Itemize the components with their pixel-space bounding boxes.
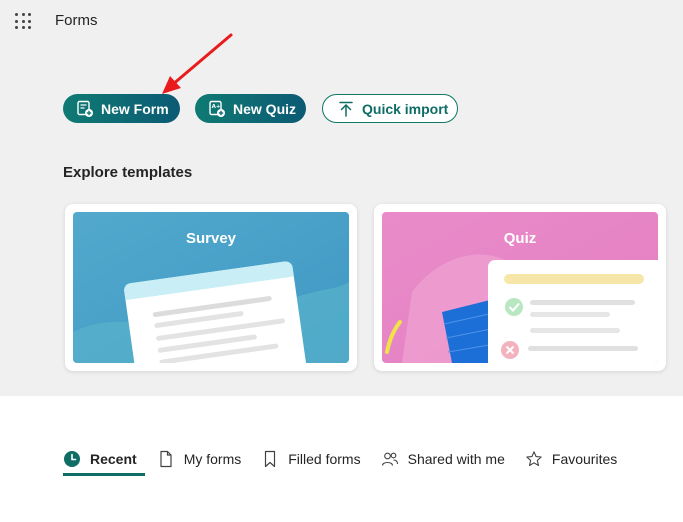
svg-text:A+: A+ — [212, 104, 221, 110]
new-form-label: New Form — [101, 100, 169, 117]
header-region: Forms New Form A+ New Quiz Quick import … — [0, 0, 683, 396]
new-form-button[interactable]: New Form — [63, 94, 180, 123]
new-quiz-button[interactable]: A+ New Quiz — [195, 94, 306, 123]
new-form-icon — [76, 100, 94, 118]
star-icon — [525, 450, 543, 468]
tab-favourites-label: Favourites — [551, 451, 618, 467]
annotation-arrow-icon — [162, 33, 233, 94]
tab-favourites[interactable]: Favourites — [525, 448, 617, 470]
tab-shared-with-me-label: Shared with me — [407, 451, 505, 467]
tab-recent[interactable]: Recent — [63, 448, 145, 476]
new-quiz-label: New Quiz — [233, 100, 297, 117]
people-icon — [381, 450, 399, 468]
forms-tab-bar: Recent My forms Filled forms Shared with… — [63, 448, 637, 476]
survey-thumbnail: Survey — [73, 212, 349, 363]
quick-import-label: Quick import — [362, 100, 449, 117]
quiz-thumbnail: Quiz — [382, 212, 658, 363]
tab-my-forms[interactable]: My forms — [157, 448, 242, 470]
clock-icon — [63, 450, 81, 468]
quiz-template-card[interactable]: Quiz — [374, 204, 666, 371]
templates-heading: Explore templates — [63, 164, 193, 181]
new-quiz-icon: A+ — [208, 100, 226, 118]
quick-import-button[interactable]: Quick import — [322, 94, 458, 123]
tab-recent-label: Recent — [90, 451, 137, 467]
app-title: Forms — [55, 12, 98, 29]
tab-shared-with-me[interactable]: Shared with me — [381, 448, 505, 470]
bookmark-icon — [261, 450, 279, 468]
survey-template-card[interactable]: Survey — [65, 204, 357, 371]
app-launcher-icon[interactable] — [15, 13, 31, 29]
document-icon — [157, 450, 175, 468]
tab-filled-forms[interactable]: Filled forms — [261, 448, 361, 470]
quiz-label: Quiz — [503, 230, 537, 247]
survey-label: Survey — [185, 230, 237, 247]
tab-filled-forms-label: Filled forms — [288, 451, 361, 467]
upload-arrow-icon — [337, 100, 355, 118]
tab-my-forms-label: My forms — [183, 451, 242, 467]
